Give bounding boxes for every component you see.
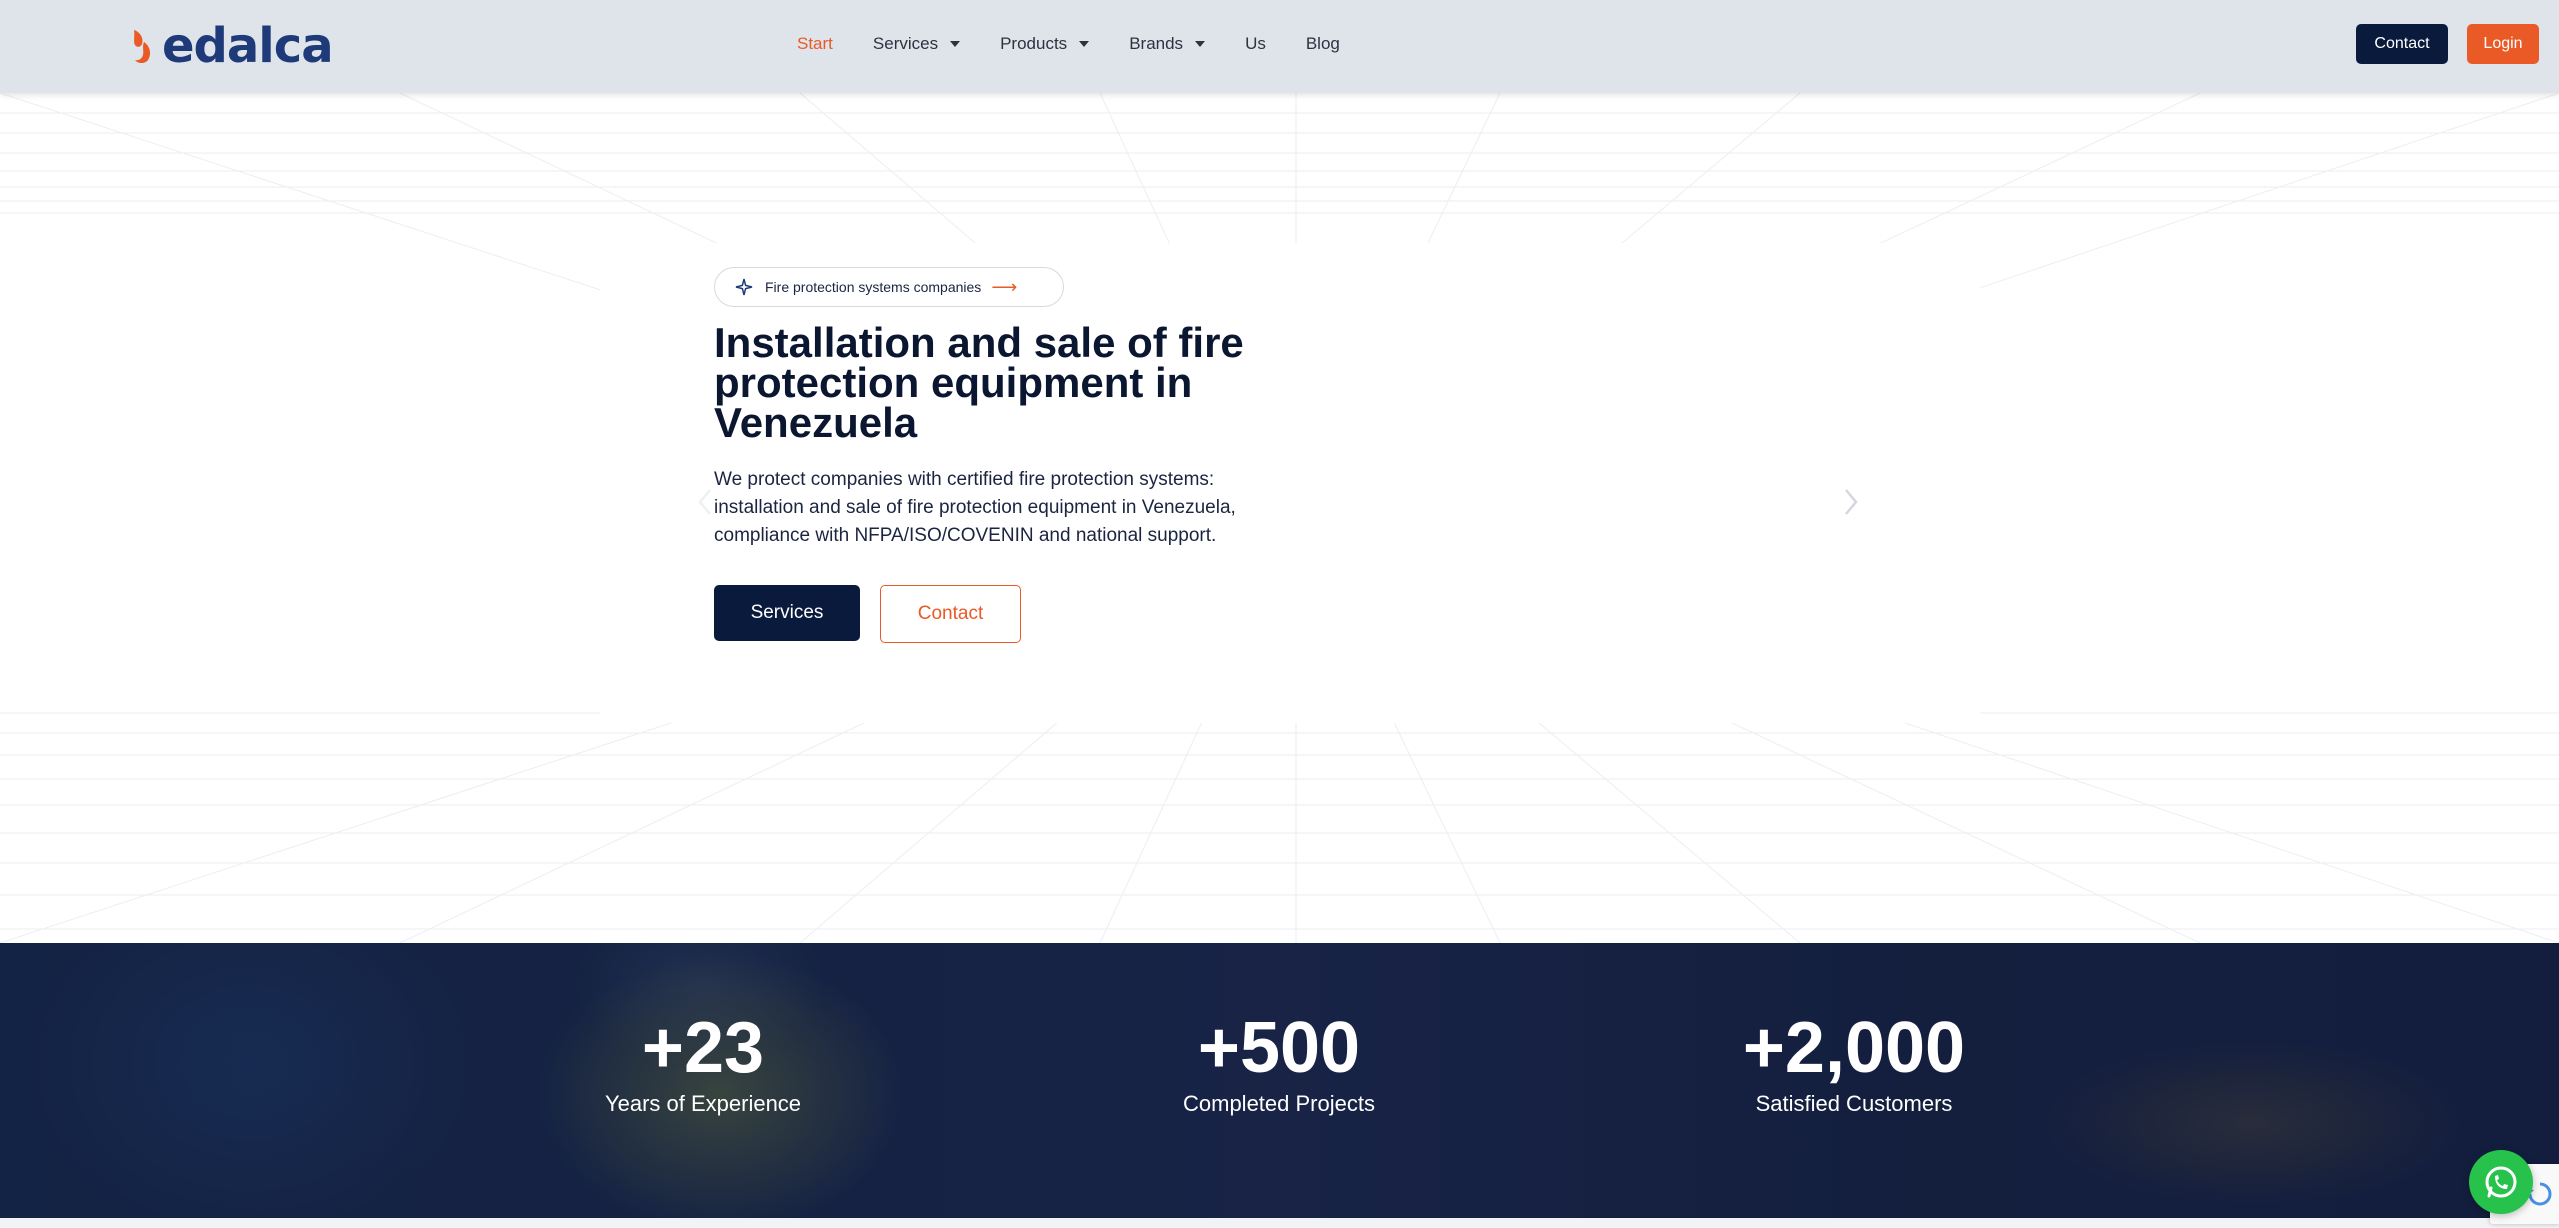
nav-item-label: Us (1245, 34, 1266, 53)
stat-customers: +2,000 Satisfied Customers (1654, 1008, 2054, 1117)
hero-section: Fire protection systems companies ⟶ Inst… (0, 93, 2559, 943)
nav-item-products[interactable]: Products (1000, 34, 1090, 54)
services-button[interactable]: Services (714, 585, 860, 641)
nav-item-blog[interactable]: Blog (1306, 34, 1340, 54)
hero-description: We protect companies with certified fire… (714, 469, 1236, 546)
hero-badge-text: Fire protection systems companies (765, 279, 982, 295)
nav-item-label: Services (872, 34, 939, 53)
nav-item-label: Brands (1129, 34, 1184, 53)
hero-badge[interactable]: Fire protection systems companies ⟶ (714, 267, 1064, 307)
hero-title: Installation and sale of fire protection… (714, 319, 1244, 446)
nav-item-start[interactable]: Start (797, 34, 833, 54)
stat-value: +500 (1197, 1008, 1361, 1088)
whatsapp-icon (2485, 1166, 2517, 1198)
nav-item-label: Products (1000, 34, 1068, 53)
stats-section: +23 Years of Experience +500 Completed P… (0, 943, 2559, 1218)
hero-contact-button[interactable]: Contact (880, 585, 1021, 643)
brand-name: edalca (162, 18, 334, 74)
stat-label: Satisfied Customers (1755, 1091, 1953, 1116)
whatsapp-button[interactable] (2469, 1150, 2533, 1214)
nav-item-label: Blog (1305, 34, 1340, 53)
nav-item-us[interactable]: Us (1245, 34, 1266, 54)
edalca-logo-mark-icon (134, 30, 151, 63)
stat-label: Completed Projects (1183, 1091, 1375, 1116)
nav-item-services[interactable]: Services (872, 34, 961, 54)
caret-down-icon (1195, 41, 1206, 47)
stat-years: +23 Years of Experience (503, 1008, 903, 1117)
slider-prev-arrow-icon[interactable] (694, 482, 718, 522)
stat-label: Years of Experience (604, 1091, 802, 1116)
stat-value: +23 (641, 1008, 765, 1088)
arrow-right-icon: ⟶ (991, 276, 1018, 297)
page-bottom-strip (0, 1218, 2559, 1228)
edalca-logo[interactable]: edalca (130, 18, 334, 74)
caret-down-icon (1079, 41, 1090, 47)
stat-value: +2,000 (1742, 1008, 1966, 1088)
nav-item-label: Start (797, 34, 833, 53)
header-contact-button[interactable]: Contact (2356, 24, 2448, 64)
site-header: edalca Start Services Products Brands Us… (0, 0, 2559, 93)
login-button[interactable]: Login (2467, 24, 2539, 64)
nav-item-brands[interactable]: Brands (1129, 34, 1206, 54)
slider-next-arrow-icon[interactable] (1838, 482, 1862, 522)
sparkle-icon (735, 278, 753, 296)
caret-down-icon (950, 41, 961, 47)
main-nav: Start Services Products Brands Us Blog (797, 0, 1380, 88)
stat-projects: +500 Completed Projects (1079, 1008, 1479, 1117)
